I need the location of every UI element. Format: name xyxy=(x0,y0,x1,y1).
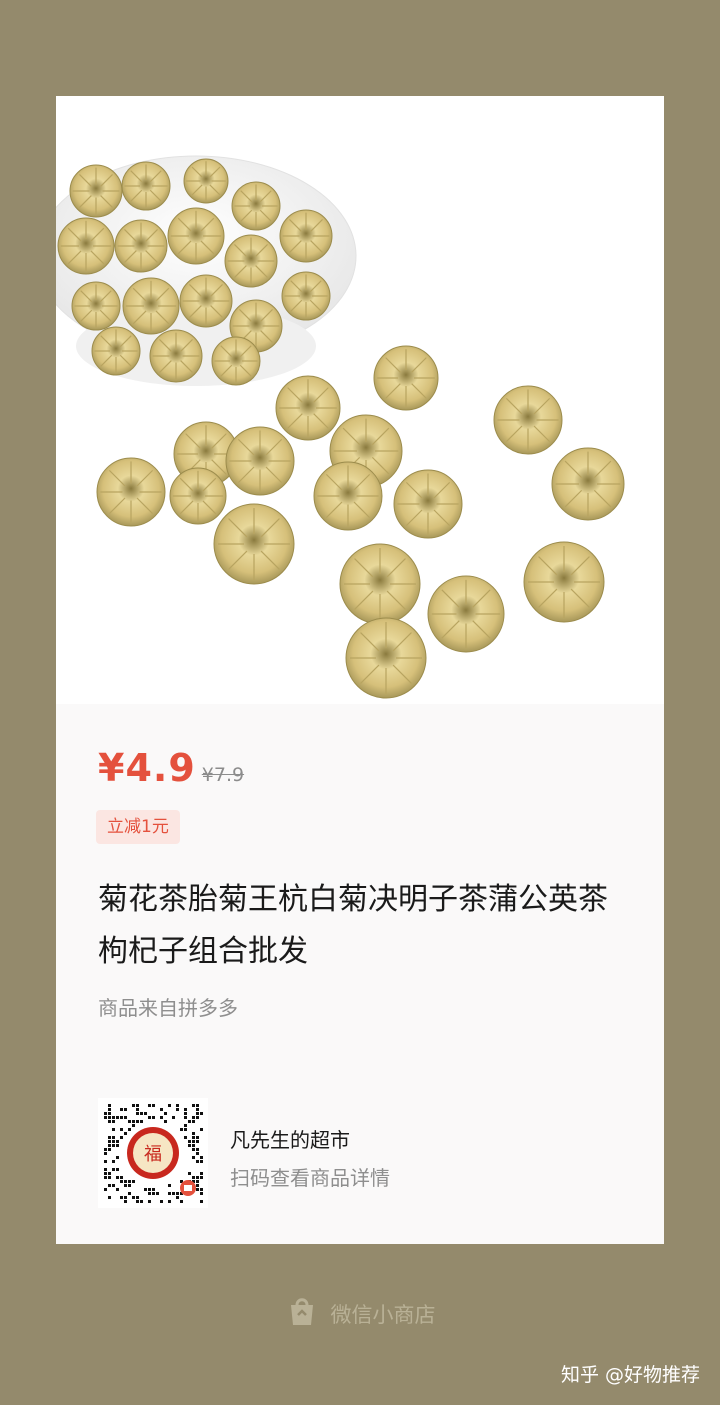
footer-brand: 微信小商店 xyxy=(0,1294,720,1333)
price-row: ¥4.9 ¥7.9 xyxy=(98,746,244,796)
chrysanthemum-tea-photo xyxy=(56,96,664,704)
qr-center-char: 福 xyxy=(144,1144,162,1165)
scan-hint: 扫码查看商品详情 xyxy=(230,1166,390,1190)
discount-badge: 立减1元 xyxy=(96,810,180,844)
original-price: ¥7.9 xyxy=(201,764,245,786)
shopping-bag-icon xyxy=(285,1294,319,1333)
product-source: 商品来自拼多多 xyxy=(98,996,238,1020)
watermark: 知乎 @好物推荐 xyxy=(560,1364,700,1386)
footer-brand-label: 微信小商店 xyxy=(330,1302,436,1327)
current-price: ¥4.9 xyxy=(98,746,196,790)
shop-name: 凡先生的超市 xyxy=(230,1128,350,1152)
product-share-card: ¥4.9 ¥7.9 立减1元 菊花茶胎菊王杭白菊决明子茶蒲公英茶枸杞子组合批发 … xyxy=(56,96,664,1244)
qr-code-graphic: 福 xyxy=(98,1098,208,1208)
product-image[interactable] xyxy=(56,96,664,704)
product-title[interactable]: 菊花茶胎菊王杭白菊决明子茶蒲公英茶枸杞子组合批发 xyxy=(98,874,628,978)
qr-code-icon[interactable]: 福 xyxy=(98,1098,208,1208)
